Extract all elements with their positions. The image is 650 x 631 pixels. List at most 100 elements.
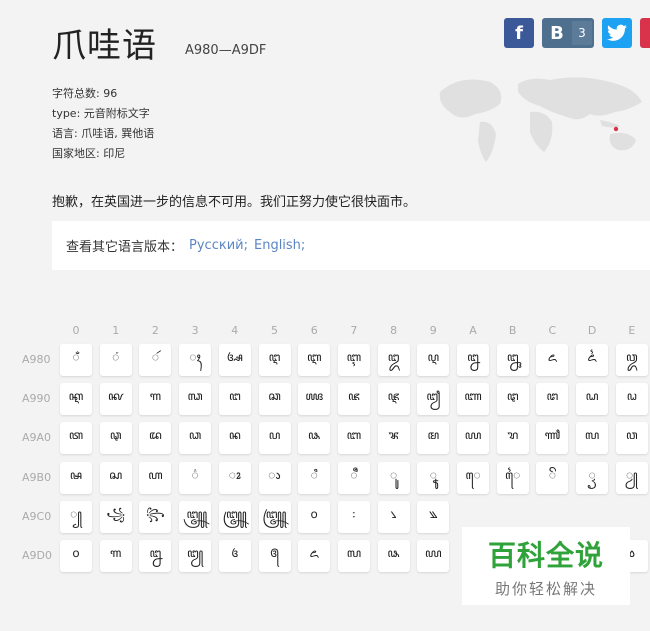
character-cell[interactable]: ꦗ [337,383,370,416]
character-cell[interactable]: ꦤ [218,422,251,455]
character-cell[interactable]: ꧖ [298,540,331,572]
column-header: 5 [271,324,278,337]
character-cell[interactable]: ꦙ [417,383,450,416]
row-header: A9B0 [22,470,52,484]
character-cell[interactable]: ꧕ [258,540,291,572]
character-cell[interactable]: ꧗ [337,540,370,572]
row-header: A980 [22,353,51,366]
character-cell[interactable]: ꦺ [457,461,489,494]
watermark-title: 百科全说 [487,538,604,572]
character-cell[interactable]: ꧇ [337,500,370,533]
character-cell[interactable]: ꦢ [139,422,172,455]
row-header: A9A0 [22,431,52,445]
character-cell[interactable]: ꦈ [377,344,410,376]
character-cell[interactable]: ꦊ [457,344,489,376]
character-cell[interactable]: ꧆ [298,500,331,533]
column-header: C [548,324,557,337]
character-cell[interactable]: ꦹ [417,461,450,494]
facebook-share-button[interactable]: f [504,18,534,48]
character-cell[interactable]: ꧔ [218,540,251,572]
pinterest-share-button[interactable] [640,18,650,48]
character-cell[interactable]: ꦀ [60,344,92,376]
character-cell[interactable]: ꦂ [139,344,172,376]
character-cell[interactable]: ꦲ [139,461,172,494]
character-cell[interactable]: ꦞ [615,383,648,416]
character-cell[interactable]: ꦬ [536,422,569,455]
character-cell[interactable]: ꧓ [179,540,212,572]
character-cell[interactable]: ꦘ [377,383,410,416]
character-cell[interactable]: ꦭ [576,422,609,455]
character-cell[interactable]: ꦉ [417,344,450,376]
character-cell[interactable]: ꧀ [60,500,92,533]
character-cell[interactable]: ꧘ [377,540,410,572]
character-cell[interactable]: ꧄ [218,500,251,533]
world-map-image [439,77,642,162]
character-cell[interactable]: ꦪ [457,422,489,455]
character-cell[interactable]: ꧙ [417,540,450,572]
vk-icon: B [550,22,564,44]
character-cell[interactable]: ꦔ [218,383,251,416]
character-cell[interactable]: ꦛ [496,383,529,416]
vk-share-count: 3 [572,21,592,45]
character-cell[interactable]: ꦎ [615,344,648,376]
twitter-icon [607,24,627,41]
character-cell[interactable]: ꦐ [60,383,92,416]
character-cell[interactable]: ꦩ [417,422,450,455]
language-link-russian[interactable]: Русский; [189,238,248,253]
character-cell[interactable]: ꦆ [298,344,331,376]
character-cell[interactable]: ꦡ [99,422,132,455]
character-cell[interactable]: ꦳ [179,461,212,494]
character-cell[interactable]: ꦴ [218,461,251,494]
character-cell[interactable]: ꧈ [377,500,410,533]
character-cell[interactable]: ꦖ [298,383,331,416]
character-cell[interactable]: ꧁ [99,500,132,533]
character-cell[interactable]: ꧅ [258,500,291,533]
character-cell[interactable]: ꦇ [337,344,370,376]
language-link-english[interactable]: English; [254,238,305,253]
character-cell[interactable]: ꧉ [417,500,450,533]
character-cell[interactable]: ꦚ [457,383,489,416]
character-cell[interactable]: ꦋ [496,344,529,376]
character-cell[interactable]: ꦜ [536,383,569,416]
character-cell[interactable]: ꦸ [377,461,410,494]
character-cell[interactable]: ꦍ [576,344,609,376]
character-cell[interactable]: ꦽ [576,461,609,494]
character-cell[interactable]: ꦅ [258,344,291,376]
character-cell[interactable]: ꦨ [377,422,410,455]
character-cell[interactable]: ꦃ [179,344,212,376]
character-cell[interactable]: ꦾ [615,461,648,494]
vk-share-button[interactable]: B 3 [542,18,594,48]
column-header: 7 [350,324,358,337]
character-cell[interactable]: ꦰ [60,461,92,494]
character-cell[interactable]: ꦶ [298,461,331,494]
character-cell[interactable]: ꦠ [60,422,92,455]
character-cell[interactable]: ꦷ [337,461,370,494]
character-cell[interactable]: ꧑ [99,540,132,572]
character-cell[interactable]: ꦒ [139,383,172,416]
meta-region: 国家地区: 印尼 [52,147,126,160]
character-cell[interactable]: ꧐ [60,540,92,572]
character-cell[interactable]: ꦕ [258,383,291,416]
character-cell[interactable]: ꦌ [536,344,569,376]
character-cell[interactable]: ꦝ [576,383,609,416]
character-cell[interactable]: ꦑ [99,383,132,416]
character-cell[interactable]: ꦦ [298,422,331,455]
character-cell[interactable]: ꦓ [179,383,212,416]
character-cell[interactable]: ꦼ [536,461,569,494]
character-cell[interactable]: ꦁ [99,344,132,376]
twitter-share-button[interactable] [602,18,632,48]
character-cell[interactable]: ꦱ [99,461,132,494]
character-cell[interactable]: ꦣ [179,422,212,455]
character-cell[interactable]: ꦥ [258,422,291,455]
character-cell[interactable]: ꧒ [139,540,172,572]
language-versions: 查看其它语言版本： Русский; English; [52,221,650,270]
character-cell[interactable]: ꦵ [258,461,291,494]
character-cell[interactable]: ꦻ [496,461,529,494]
character-cell[interactable]: ꧂ [139,500,172,533]
character-cell[interactable]: ꦮ [615,422,648,455]
character-cell[interactable]: ꦧ [337,422,370,455]
character-cell[interactable]: ꦫ [496,422,529,455]
character-cell[interactable]: ꦄ [218,344,251,376]
character-cell[interactable]: ꧃ [179,500,212,533]
column-header: 2 [151,324,159,337]
